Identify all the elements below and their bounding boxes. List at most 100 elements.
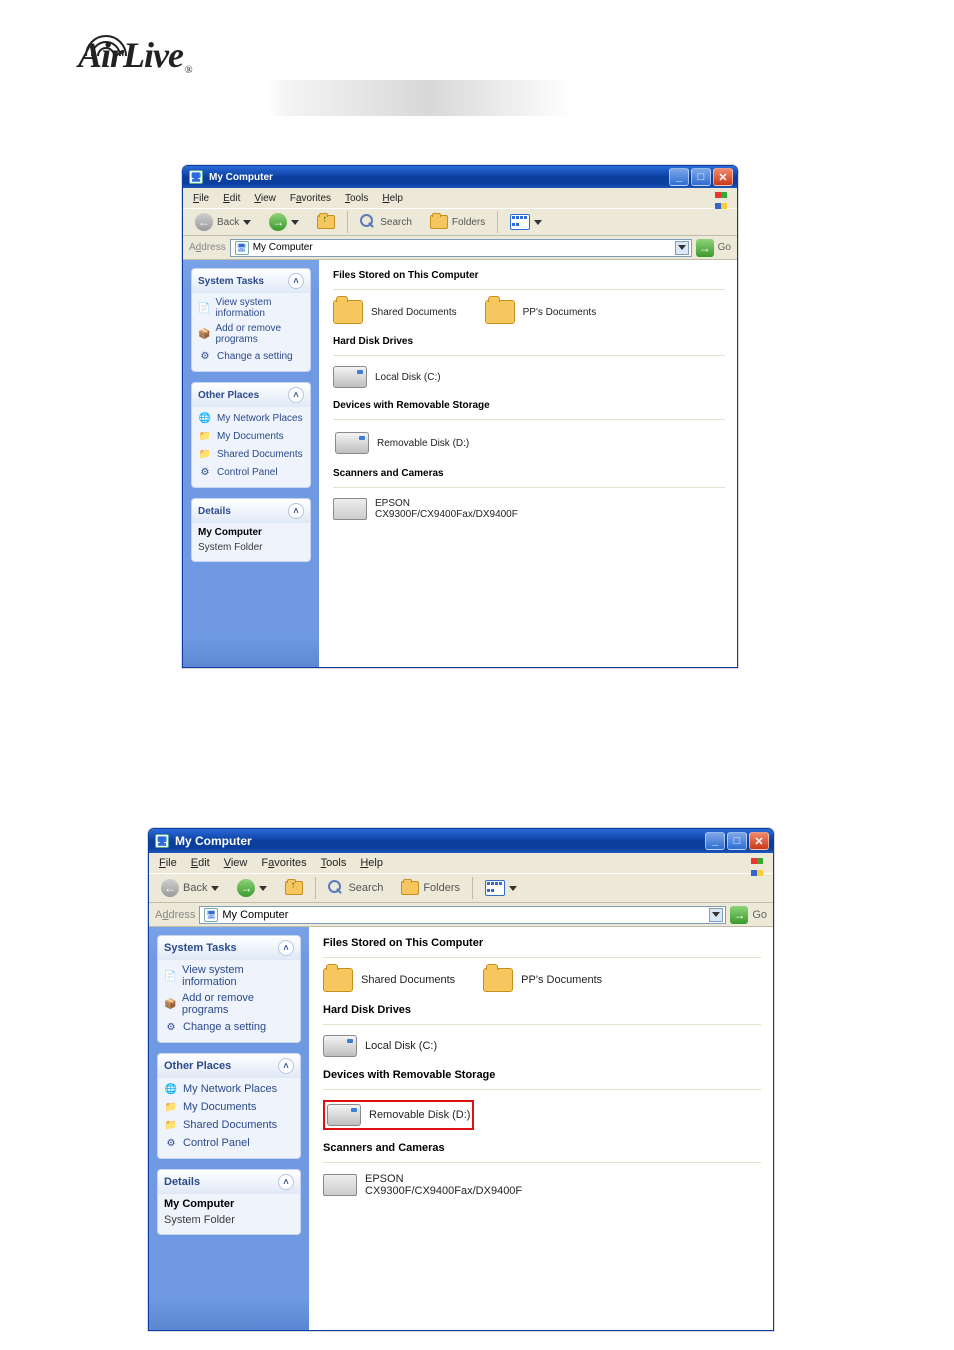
menu-file[interactable]: File <box>153 856 183 870</box>
menu-file[interactable]: File <box>187 192 215 205</box>
views-button[interactable] <box>504 212 548 232</box>
removable-disk-item[interactable]: Removable Disk (D:) <box>327 1104 470 1126</box>
menu-view[interactable]: View <box>248 192 282 205</box>
collapse-icon[interactable]: ˄ <box>288 503 304 519</box>
control-panel-link[interactable]: ⚙Control Panel <box>198 465 304 479</box>
add-remove-programs-link[interactable]: 📦Add or remove programs <box>164 992 294 1016</box>
menu-tools[interactable]: Tools <box>315 856 353 870</box>
pp-documents-item[interactable]: PP's Documents <box>485 300 597 324</box>
folders-button[interactable]: Folders <box>424 213 491 231</box>
my-network-places-link[interactable]: 🌐My Network Places <box>164 1082 294 1096</box>
folders-button[interactable]: Folders <box>395 879 466 897</box>
other-places-card: Other Places˄ 🌐My Network Places 📁My Doc… <box>157 1053 301 1159</box>
search-button[interactable]: Search <box>354 212 418 232</box>
scanner-item[interactable]: EPSONCX9300F/CX9400Fax/DX9400F <box>323 1173 522 1197</box>
folder-icon: 📁 <box>164 1100 178 1114</box>
menu-view[interactable]: View <box>218 856 254 870</box>
pp-documents-item[interactable]: PP's Documents <box>483 968 602 992</box>
close-button[interactable]: ✕ <box>713 168 733 186</box>
details-title: Details <box>198 506 231 517</box>
menu-edit[interactable]: Edit <box>185 856 216 870</box>
go-label: Go <box>718 242 731 253</box>
collapse-icon[interactable]: ˄ <box>278 1058 294 1074</box>
menu-edit[interactable]: Edit <box>217 192 246 205</box>
control-panel-link[interactable]: ⚙Control Panel <box>164 1136 294 1150</box>
forward-button[interactable]: → <box>231 877 273 899</box>
search-button[interactable]: Search <box>322 878 389 898</box>
folder-icon <box>485 300 515 324</box>
network-icon: 🌐 <box>198 411 212 425</box>
dropdown-icon[interactable] <box>675 241 689 255</box>
collapse-icon[interactable]: ˄ <box>278 940 294 956</box>
shared-documents-link[interactable]: 📁Shared Documents <box>164 1118 294 1132</box>
up-button[interactable]: ↑ <box>279 879 309 897</box>
window-title: My Computer <box>175 834 705 848</box>
titlebar[interactable]: 🖥 My Computer _ □ ✕ <box>183 166 737 188</box>
window-title: My Computer <box>209 172 669 183</box>
removable-heading: Devices with Removable Storage <box>333 400 725 411</box>
folder-icon <box>483 968 513 992</box>
address-combo[interactable]: 🖥 My Computer <box>199 906 726 924</box>
back-button[interactable]: ←Back <box>155 877 225 899</box>
go-button[interactable]: → <box>730 906 748 924</box>
maximize-button[interactable]: □ <box>691 168 711 186</box>
view-system-info-link[interactable]: 📄View system information <box>164 964 294 988</box>
menu-favorites[interactable]: Favorites <box>255 856 312 870</box>
removable-disk-item[interactable]: Removable Disk (D:) <box>335 432 469 454</box>
local-disk-item[interactable]: Local Disk (C:) <box>323 1035 437 1057</box>
my-documents-link[interactable]: 📁My Documents <box>198 429 304 443</box>
system-tasks-card: System Tasks˄ 📄View system information 📦… <box>191 268 311 372</box>
other-places-title: Other Places <box>198 390 259 401</box>
folder-icon: 📁 <box>164 1118 178 1132</box>
my-documents-link[interactable]: 📁My Documents <box>164 1100 294 1114</box>
views-icon <box>485 880 505 896</box>
shared-documents-item[interactable]: Shared Documents <box>333 300 457 324</box>
my-network-places-link[interactable]: 🌐My Network Places <box>198 411 304 425</box>
close-button[interactable]: ✕ <box>749 832 769 850</box>
menu-help[interactable]: Help <box>354 856 389 870</box>
hard-drives-heading: Hard Disk Drives <box>333 336 725 347</box>
address-bar: Address 🖥 My Computer → Go <box>183 236 737 260</box>
toolbar: ←Back → ↑ Search Folders <box>183 208 737 236</box>
dropdown-icon[interactable] <box>709 908 723 922</box>
my-computer-icon: 🖥 <box>235 241 249 255</box>
forward-button[interactable]: → <box>263 211 305 233</box>
files-stored-heading: Files Stored on This Computer <box>323 937 761 949</box>
address-combo[interactable]: 🖥 My Computer <box>230 239 692 257</box>
search-icon <box>328 880 344 896</box>
hard-drives-heading: Hard Disk Drives <box>323 1004 761 1016</box>
collapse-icon[interactable]: ˄ <box>288 273 304 289</box>
my-computer-icon: 🖥 <box>189 170 203 184</box>
shared-documents-item[interactable]: Shared Documents <box>323 968 455 992</box>
back-button[interactable]: ←Back <box>189 211 257 233</box>
collapse-icon[interactable]: ˄ <box>288 387 304 403</box>
change-setting-link[interactable]: ⚙Change a setting <box>198 349 304 363</box>
menu-help[interactable]: Help <box>376 192 409 205</box>
up-button[interactable]: ↑ <box>311 213 341 231</box>
address-label: Address <box>189 242 226 253</box>
menu-favorites[interactable]: Favorites <box>284 192 337 205</box>
change-setting-link[interactable]: ⚙Change a setting <box>164 1020 294 1034</box>
go-button[interactable]: → <box>696 239 714 257</box>
minimize-button[interactable]: _ <box>705 832 725 850</box>
titlebar[interactable]: 🖥 My Computer _ □ ✕ <box>149 829 773 853</box>
details-name: My Computer <box>164 1198 294 1210</box>
scanner-name: EPSON <box>375 498 410 509</box>
scanner-item[interactable]: EPSONCX9300F/CX9400Fax/DX9400F <box>333 498 518 520</box>
menu-tools[interactable]: Tools <box>339 192 374 205</box>
shared-documents-link[interactable]: 📁Shared Documents <box>198 447 304 461</box>
minimize-button[interactable]: _ <box>669 168 689 186</box>
content-pane: Files Stored on This Computer Shared Doc… <box>319 260 737 668</box>
maximize-button[interactable]: □ <box>727 832 747 850</box>
task-pane: System Tasks˄ 📄View system information 📦… <box>183 260 319 668</box>
gear-icon: ⚙ <box>198 465 212 479</box>
add-remove-programs-link[interactable]: 📦Add or remove programs <box>198 323 304 345</box>
collapse-icon[interactable]: ˄ <box>278 1174 294 1190</box>
details-card: Details˄ My Computer System Folder <box>191 498 311 562</box>
folder-icon: 📁 <box>198 447 212 461</box>
views-button[interactable] <box>479 878 523 898</box>
info-icon: 📄 <box>198 301 210 315</box>
view-system-info-link[interactable]: 📄View system information <box>198 297 304 319</box>
my-computer-icon: 🖥 <box>204 908 218 922</box>
local-disk-item[interactable]: Local Disk (C:) <box>333 366 441 388</box>
